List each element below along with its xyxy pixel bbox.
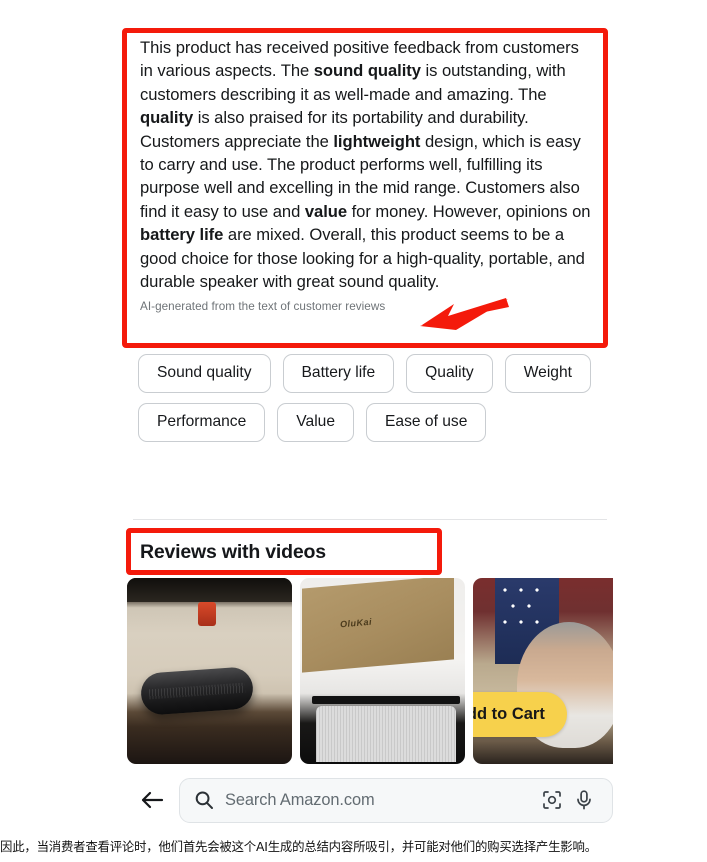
review-video-thumbnail-strip[interactable]: OluKai Add to Cart xyxy=(127,578,613,764)
aspect-chip-performance[interactable]: Performance xyxy=(138,403,266,442)
back-button[interactable] xyxy=(135,783,169,817)
ai-generated-footnote: AI-generated from the text of customer r… xyxy=(140,300,386,314)
thumbnail-candle-object xyxy=(198,602,216,626)
thumbnail-cardboard-box xyxy=(302,578,454,673)
bottom-search-bar: Search Amazon.com xyxy=(127,772,613,828)
summary-highlight-term: quality xyxy=(140,108,194,128)
summary-highlight-term: battery life xyxy=(140,225,224,245)
review-video-thumbnail[interactable]: OluKai xyxy=(300,578,465,764)
aspect-chip-value[interactable]: Value xyxy=(277,403,355,442)
summary-text-run: for money. However, opinions on xyxy=(347,201,591,221)
aspect-chip-ease-of-use[interactable]: Ease of use xyxy=(366,403,487,442)
camera-scan-icon xyxy=(543,791,561,809)
voice-search-button[interactable] xyxy=(570,786,598,814)
review-video-thumbnail[interactable] xyxy=(127,578,292,764)
ai-summary-paragraph: This product has received positive feedb… xyxy=(140,36,595,293)
summary-highlight-term: lightweight xyxy=(333,131,421,151)
aspect-chip-quality[interactable]: Quality xyxy=(406,354,493,393)
page-caption-text: 因此，当消费者查看评论时，他们首先会被这个AI生成的总结内容所吸引，并可能对他们… xyxy=(0,839,597,854)
thumbnail-image-speaker-on-table xyxy=(127,578,292,764)
summary-highlight-term: value xyxy=(304,201,348,221)
reviews-with-videos-heading: Reviews with videos xyxy=(140,541,326,563)
thumbnail-image-unboxing: OluKai xyxy=(300,578,465,764)
thumbnail-bluetooth-speaker xyxy=(139,666,255,716)
aspect-chip-sound-quality[interactable]: Sound quality xyxy=(138,354,271,393)
search-icon xyxy=(195,791,213,809)
search-input[interactable]: Search Amazon.com xyxy=(225,791,534,810)
ai-review-summary-block: This product has received positive feedb… xyxy=(140,36,595,314)
review-aspect-chip-list: Sound quality Battery life Quality Weight Pe… xyxy=(138,354,608,442)
thumbnail-top-shadow xyxy=(127,578,292,602)
search-input-container[interactable]: Search Amazon.com xyxy=(179,777,613,823)
amazon-review-summary-screenshot: This product has received positive feedb… xyxy=(0,0,707,834)
review-video-thumbnail[interactable]: Add to Cart xyxy=(473,578,613,764)
section-divider xyxy=(133,519,607,520)
camera-scan-button[interactable] xyxy=(538,786,566,814)
aspect-chip-battery-life[interactable]: Battery life xyxy=(282,354,395,393)
thumbnail-white-speaker xyxy=(312,696,460,762)
aspect-chip-weight[interactable]: Weight xyxy=(504,354,591,393)
microphone-icon xyxy=(577,790,591,810)
summary-highlight-term: sound quality xyxy=(313,61,421,81)
add-to-cart-button[interactable]: Add to Cart xyxy=(473,692,567,737)
arrow-left-icon xyxy=(141,791,164,809)
